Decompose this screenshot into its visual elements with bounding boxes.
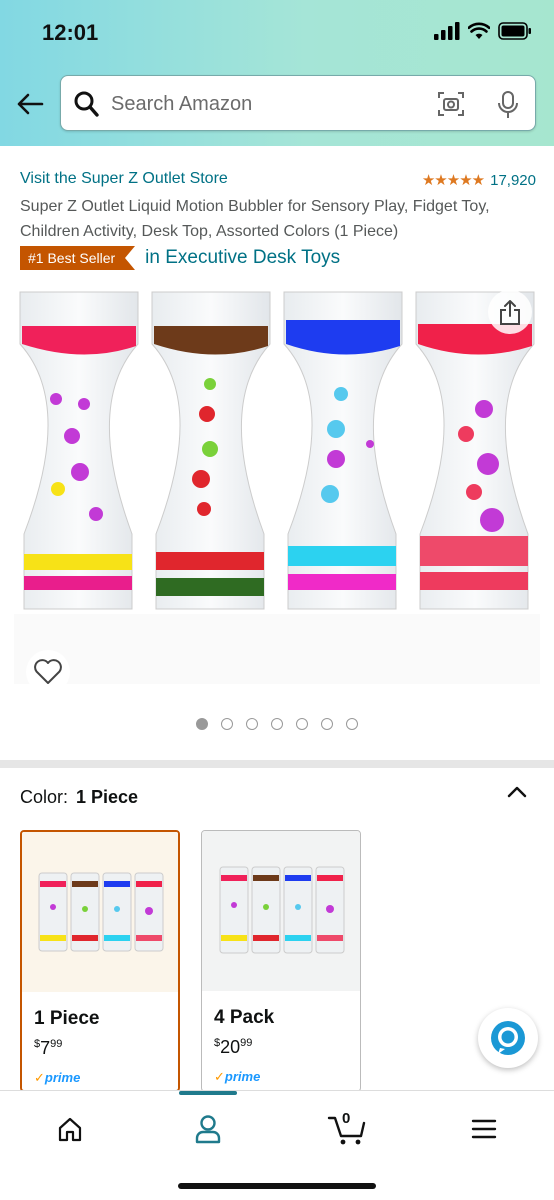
share-button[interactable] (488, 290, 532, 334)
rating-stars: ★★★★★ (421, 172, 485, 189)
bottom-nav: 0 (0, 1090, 554, 1200)
pagination-dot[interactable] (246, 718, 258, 730)
search-input[interactable]: Search Amazon (111, 93, 252, 116)
search-icon (74, 91, 99, 117)
active-tab-indicator (179, 1091, 237, 1095)
signal-icon (434, 22, 460, 40)
rating-summary[interactable]: ★★★★★ 17,920 (421, 171, 536, 190)
alexa-button[interactable] (478, 1008, 538, 1068)
best-seller-row: #1 Best Seller in Executive Desk Toys (20, 246, 340, 270)
alexa-icon (491, 1021, 525, 1055)
rating-count[interactable]: 17,920 (490, 172, 536, 189)
variation-thumbnail (202, 831, 360, 991)
status-bar: 12:01 (0, 0, 554, 66)
back-arrow-icon (17, 93, 44, 115)
product-image[interactable] (14, 284, 540, 704)
nav-home[interactable] (50, 1109, 90, 1149)
pagination-dot[interactable] (296, 718, 308, 730)
nav-cart[interactable]: 0 (326, 1109, 368, 1149)
variation-price: $799 (34, 1038, 63, 1058)
timer-red-magenta (415, 291, 535, 610)
cart-count: 0 (342, 1110, 351, 1127)
variation-thumbnail (22, 832, 178, 992)
home-indicator (178, 1183, 376, 1189)
prime-badge: ✓prime (214, 1069, 261, 1084)
variation-option-4-pack[interactable]: 4 Pack $2099 ✓prime (201, 830, 361, 1092)
back-button[interactable] (12, 84, 48, 124)
menu-icon (471, 1119, 497, 1139)
mic-icon[interactable] (497, 90, 519, 120)
variation-price: $2099 (214, 1037, 253, 1057)
wifi-icon (468, 22, 490, 39)
pagination-dot[interactable] (221, 718, 233, 730)
section-divider (0, 760, 554, 768)
status-time: 12:01 (42, 20, 99, 45)
variation-name: 4 Pack (214, 1007, 275, 1028)
image-pagination[interactable] (0, 718, 554, 730)
wishlist-button[interactable] (26, 650, 70, 694)
timer-yellow-pink (19, 291, 139, 610)
variation-name: 1 Piece (34, 1008, 100, 1029)
variation-selected: 1 Piece (76, 787, 139, 807)
battery-icon (498, 22, 531, 40)
pagination-dot[interactable] (346, 718, 358, 730)
store-link[interactable]: Visit the Super Z Outlet Store (20, 170, 228, 188)
pagination-dot[interactable] (196, 718, 208, 730)
product-title: Super Z Outlet Liquid Motion Bubbler for… (20, 198, 490, 240)
best-seller-badge: #1 Best Seller (20, 246, 136, 270)
camera-icon[interactable] (437, 90, 465, 118)
variation-option-1-piece[interactable]: 1 Piece $799 ✓prime (20, 830, 180, 1092)
best-seller-category-link[interactable]: in Executive Desk Toys (145, 247, 340, 269)
timer-green-red (151, 291, 271, 610)
variation-label: Color: (20, 787, 69, 807)
chevron-up-icon[interactable] (506, 784, 528, 800)
home-icon (58, 1117, 82, 1142)
variation-header: Color: 1 Piece (20, 787, 138, 808)
account-icon (195, 1115, 221, 1144)
search-bar[interactable]: Search Amazon (60, 75, 536, 131)
prime-badge: ✓prime (34, 1070, 81, 1085)
timer-blue-pink (283, 291, 403, 610)
nav-account[interactable] (188, 1109, 228, 1149)
pagination-dot[interactable] (271, 718, 283, 730)
pagination-dot[interactable] (321, 718, 333, 730)
heart-icon (34, 659, 62, 684)
nav-menu[interactable] (464, 1109, 504, 1149)
share-icon (500, 300, 520, 325)
